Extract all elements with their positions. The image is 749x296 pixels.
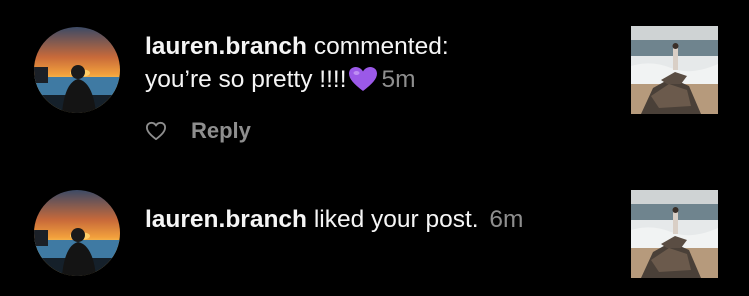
comment-text: you’re so pretty !!!! [145, 66, 347, 93]
notification-text: lauren.branch liked your post. 6m [145, 203, 585, 236]
purple-heart-icon [348, 67, 377, 91]
post-thumbnail[interactable] [631, 26, 718, 114]
timestamp: 5m [381, 66, 416, 93]
username-link[interactable]: lauren.branch [145, 206, 307, 233]
reply-button[interactable]: Reply [191, 118, 251, 144]
notification-like[interactable]: lauren.branch liked your post. 6m [0, 165, 749, 296]
comment-actions: Reply [145, 116, 251, 146]
notification-comment[interactable]: lauren.branch commented: you’re so prett… [0, 0, 749, 165]
action-text: commented: [307, 33, 449, 60]
notification-text: lauren.branch commented: you’re so prett… [145, 30, 585, 96]
user-avatar[interactable] [34, 190, 120, 276]
like-heart-icon[interactable] [145, 121, 167, 141]
user-avatar[interactable] [34, 27, 120, 113]
post-thumbnail[interactable] [631, 190, 718, 278]
timestamp: 6m [489, 206, 524, 233]
action-text: liked your post. [307, 206, 479, 233]
username-link[interactable]: lauren.branch [145, 33, 307, 60]
